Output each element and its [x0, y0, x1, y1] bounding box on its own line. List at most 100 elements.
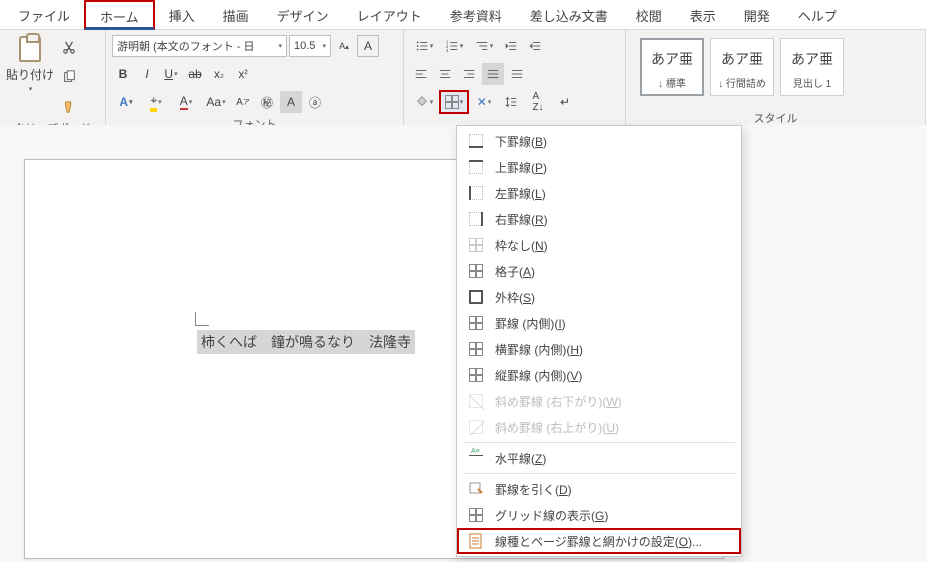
- ribbon: 貼り付け ▾ クリップボード 游明朝 (本文のフォント - 日▾ 10.5▾ A…: [0, 30, 926, 127]
- format-painter-icon[interactable]: [58, 96, 80, 118]
- character-border-icon[interactable]: A: [357, 35, 379, 57]
- strikethrough-icon[interactable]: ab: [184, 63, 206, 85]
- border-menu-left[interactable]: 左罫線(L): [457, 180, 741, 206]
- increase-indent-icon[interactable]: [524, 35, 546, 57]
- border-menu-inside[interactable]: 罫線 (内側)(I): [457, 310, 741, 336]
- menu-draw[interactable]: 描画: [209, 1, 263, 28]
- sort-icon[interactable]: AZ↓: [524, 91, 552, 113]
- border-menu-diag-down: 斜め罫線 (右下がり)(W): [457, 388, 741, 414]
- align-right-icon[interactable]: [458, 63, 480, 85]
- menu-references[interactable]: 参考資料: [436, 1, 516, 28]
- menu-separator: [463, 473, 735, 474]
- align-justify-icon[interactable]: [482, 63, 504, 85]
- increase-font-icon[interactable]: A▴: [333, 35, 355, 57]
- font-size-select[interactable]: 10.5▾: [289, 35, 331, 57]
- border-menu-vinside[interactable]: 縦罫線 (内側)(V): [457, 362, 741, 388]
- border-grid-icon: [467, 262, 485, 280]
- border-bottom-icon: [467, 132, 485, 150]
- enclose-char-icon[interactable]: ㊙: [256, 91, 278, 113]
- font-color-icon[interactable]: A▾: [172, 91, 200, 113]
- border-diag-down-icon: [467, 392, 485, 410]
- menu-file[interactable]: ファイル: [4, 1, 84, 28]
- bold-icon[interactable]: B: [112, 63, 134, 85]
- cursor-mark: [195, 310, 211, 326]
- menu-separator: [463, 442, 735, 443]
- menu-review[interactable]: 校閲: [622, 1, 676, 28]
- menu-design[interactable]: デザイン: [263, 1, 343, 28]
- menu-layout[interactable]: レイアウト: [343, 1, 436, 28]
- border-diag-up-icon: [467, 418, 485, 436]
- border-menu-hr[interactable]: A≡水平線(Z): [457, 445, 741, 471]
- style-normal[interactable]: あア亜 ↓ 標準: [640, 38, 704, 96]
- svg-text:3: 3: [446, 48, 449, 53]
- border-left-icon: [467, 184, 485, 202]
- cut-icon[interactable]: [58, 36, 80, 58]
- border-top-icon: [467, 158, 485, 176]
- paragraph-label: [410, 114, 619, 124]
- group-styles: あア亜 ↓ 標準 あア亜 ↓ 行間詰め あア亜 見出し 1 スタイル: [626, 30, 926, 126]
- group-clipboard: 貼り付け ▾ クリップボード: [0, 30, 106, 126]
- group-paragraph: ▾ 123▾ ▾ ▾ ▾ ✕▾ AZ↓ ↵: [404, 30, 626, 126]
- menu-home[interactable]: ホーム: [84, 0, 155, 30]
- borders-button[interactable]: ▾: [440, 91, 468, 113]
- styles-label: スタイル: [632, 108, 919, 124]
- group-font: 游明朝 (本文のフォント - 日▾ 10.5▾ A▴ A B I U▾ ab x…: [106, 30, 404, 126]
- subscript-icon[interactable]: x₂: [208, 63, 230, 85]
- paste-label: 貼り付け: [6, 66, 54, 83]
- borders-dropdown: 下罫線(B)上罫線(P)左罫線(L)右罫線(R)枠なし(N)格子(A)外枠(S)…: [456, 125, 742, 557]
- menu-view[interactable]: 表示: [676, 1, 730, 28]
- border-gridlines-icon: [467, 506, 485, 524]
- bullets-icon[interactable]: ▾: [410, 35, 438, 57]
- border-settings-icon: [467, 532, 485, 550]
- char-shading-icon[interactable]: A: [280, 91, 302, 113]
- menubar: ファイル ホーム 挿入 描画 デザイン レイアウト 参考資料 差し込み文書 校閲…: [0, 0, 926, 30]
- menu-mailings[interactable]: 差し込み文書: [516, 1, 622, 28]
- decrease-indent-icon[interactable]: [500, 35, 522, 57]
- superscript-icon[interactable]: x²: [232, 63, 254, 85]
- phonetic-guide-icon[interactable]: Aア: [232, 91, 254, 113]
- border-menu-box[interactable]: 外枠(S): [457, 284, 741, 310]
- border-menu-settings[interactable]: 線種とページ罫線と網かけの設定(O)...: [457, 528, 741, 554]
- align-left-icon[interactable]: [410, 63, 432, 85]
- border-menu-grid[interactable]: 格子(A): [457, 258, 741, 284]
- border-menu-diag-up: 斜め罫線 (右上がり)(U): [457, 414, 741, 440]
- style-no-spacing[interactable]: あア亜 ↓ 行間詰め: [710, 38, 774, 96]
- align-center-icon[interactable]: [434, 63, 456, 85]
- numbering-icon[interactable]: 123▾: [440, 35, 468, 57]
- style-heading1[interactable]: あア亜 見出し 1: [780, 38, 844, 96]
- border-inside-icon: [467, 314, 485, 332]
- selected-text[interactable]: 柿くへば 鐘が鳴るなり 法隆寺: [197, 330, 415, 354]
- border-menu-none[interactable]: 枠なし(N): [457, 232, 741, 258]
- border-vinside-icon: [467, 366, 485, 384]
- border-none-icon: [467, 236, 485, 254]
- font-name-select[interactable]: 游明朝 (本文のフォント - 日▾: [112, 35, 287, 57]
- line-spacing-icon[interactable]: [500, 91, 522, 113]
- menu-developer[interactable]: 開発: [730, 1, 784, 28]
- border-hinside-icon: [467, 340, 485, 358]
- underline-icon[interactable]: U▾: [160, 63, 182, 85]
- multilevel-list-icon[interactable]: ▾: [470, 35, 498, 57]
- asian-layout-icon[interactable]: ✕▾: [470, 91, 498, 113]
- italic-icon[interactable]: I: [136, 63, 158, 85]
- border-box-icon: [467, 288, 485, 306]
- paste-button[interactable]: 貼り付け ▾: [6, 34, 54, 93]
- text-effects-icon[interactable]: A▾: [112, 91, 140, 113]
- enclose-circle-icon[interactable]: ⓐ: [304, 91, 326, 113]
- change-case-icon[interactable]: Aa▾: [202, 91, 230, 113]
- menu-insert[interactable]: 挿入: [155, 1, 209, 28]
- menu-help[interactable]: ヘルプ: [784, 1, 851, 28]
- border-menu-bottom[interactable]: 下罫線(B): [457, 128, 741, 154]
- highlight-icon[interactable]: ⌖▾: [142, 91, 170, 113]
- border-menu-right[interactable]: 右罫線(R): [457, 206, 741, 232]
- show-marks-icon[interactable]: ↵: [554, 91, 576, 113]
- shading-icon[interactable]: ▾: [410, 91, 438, 113]
- border-menu-draw[interactable]: 罫線を引く(D): [457, 476, 741, 502]
- border-draw-icon: [467, 480, 485, 498]
- border-menu-hinside[interactable]: 横罫線 (内側)(H): [457, 336, 741, 362]
- distributed-icon[interactable]: [506, 63, 528, 85]
- clipboard-icon: [19, 36, 41, 62]
- border-menu-top[interactable]: 上罫線(P): [457, 154, 741, 180]
- copy-icon[interactable]: [58, 66, 80, 88]
- border-right-icon: [467, 210, 485, 228]
- border-menu-gridlines[interactable]: グリッド線の表示(G): [457, 502, 741, 528]
